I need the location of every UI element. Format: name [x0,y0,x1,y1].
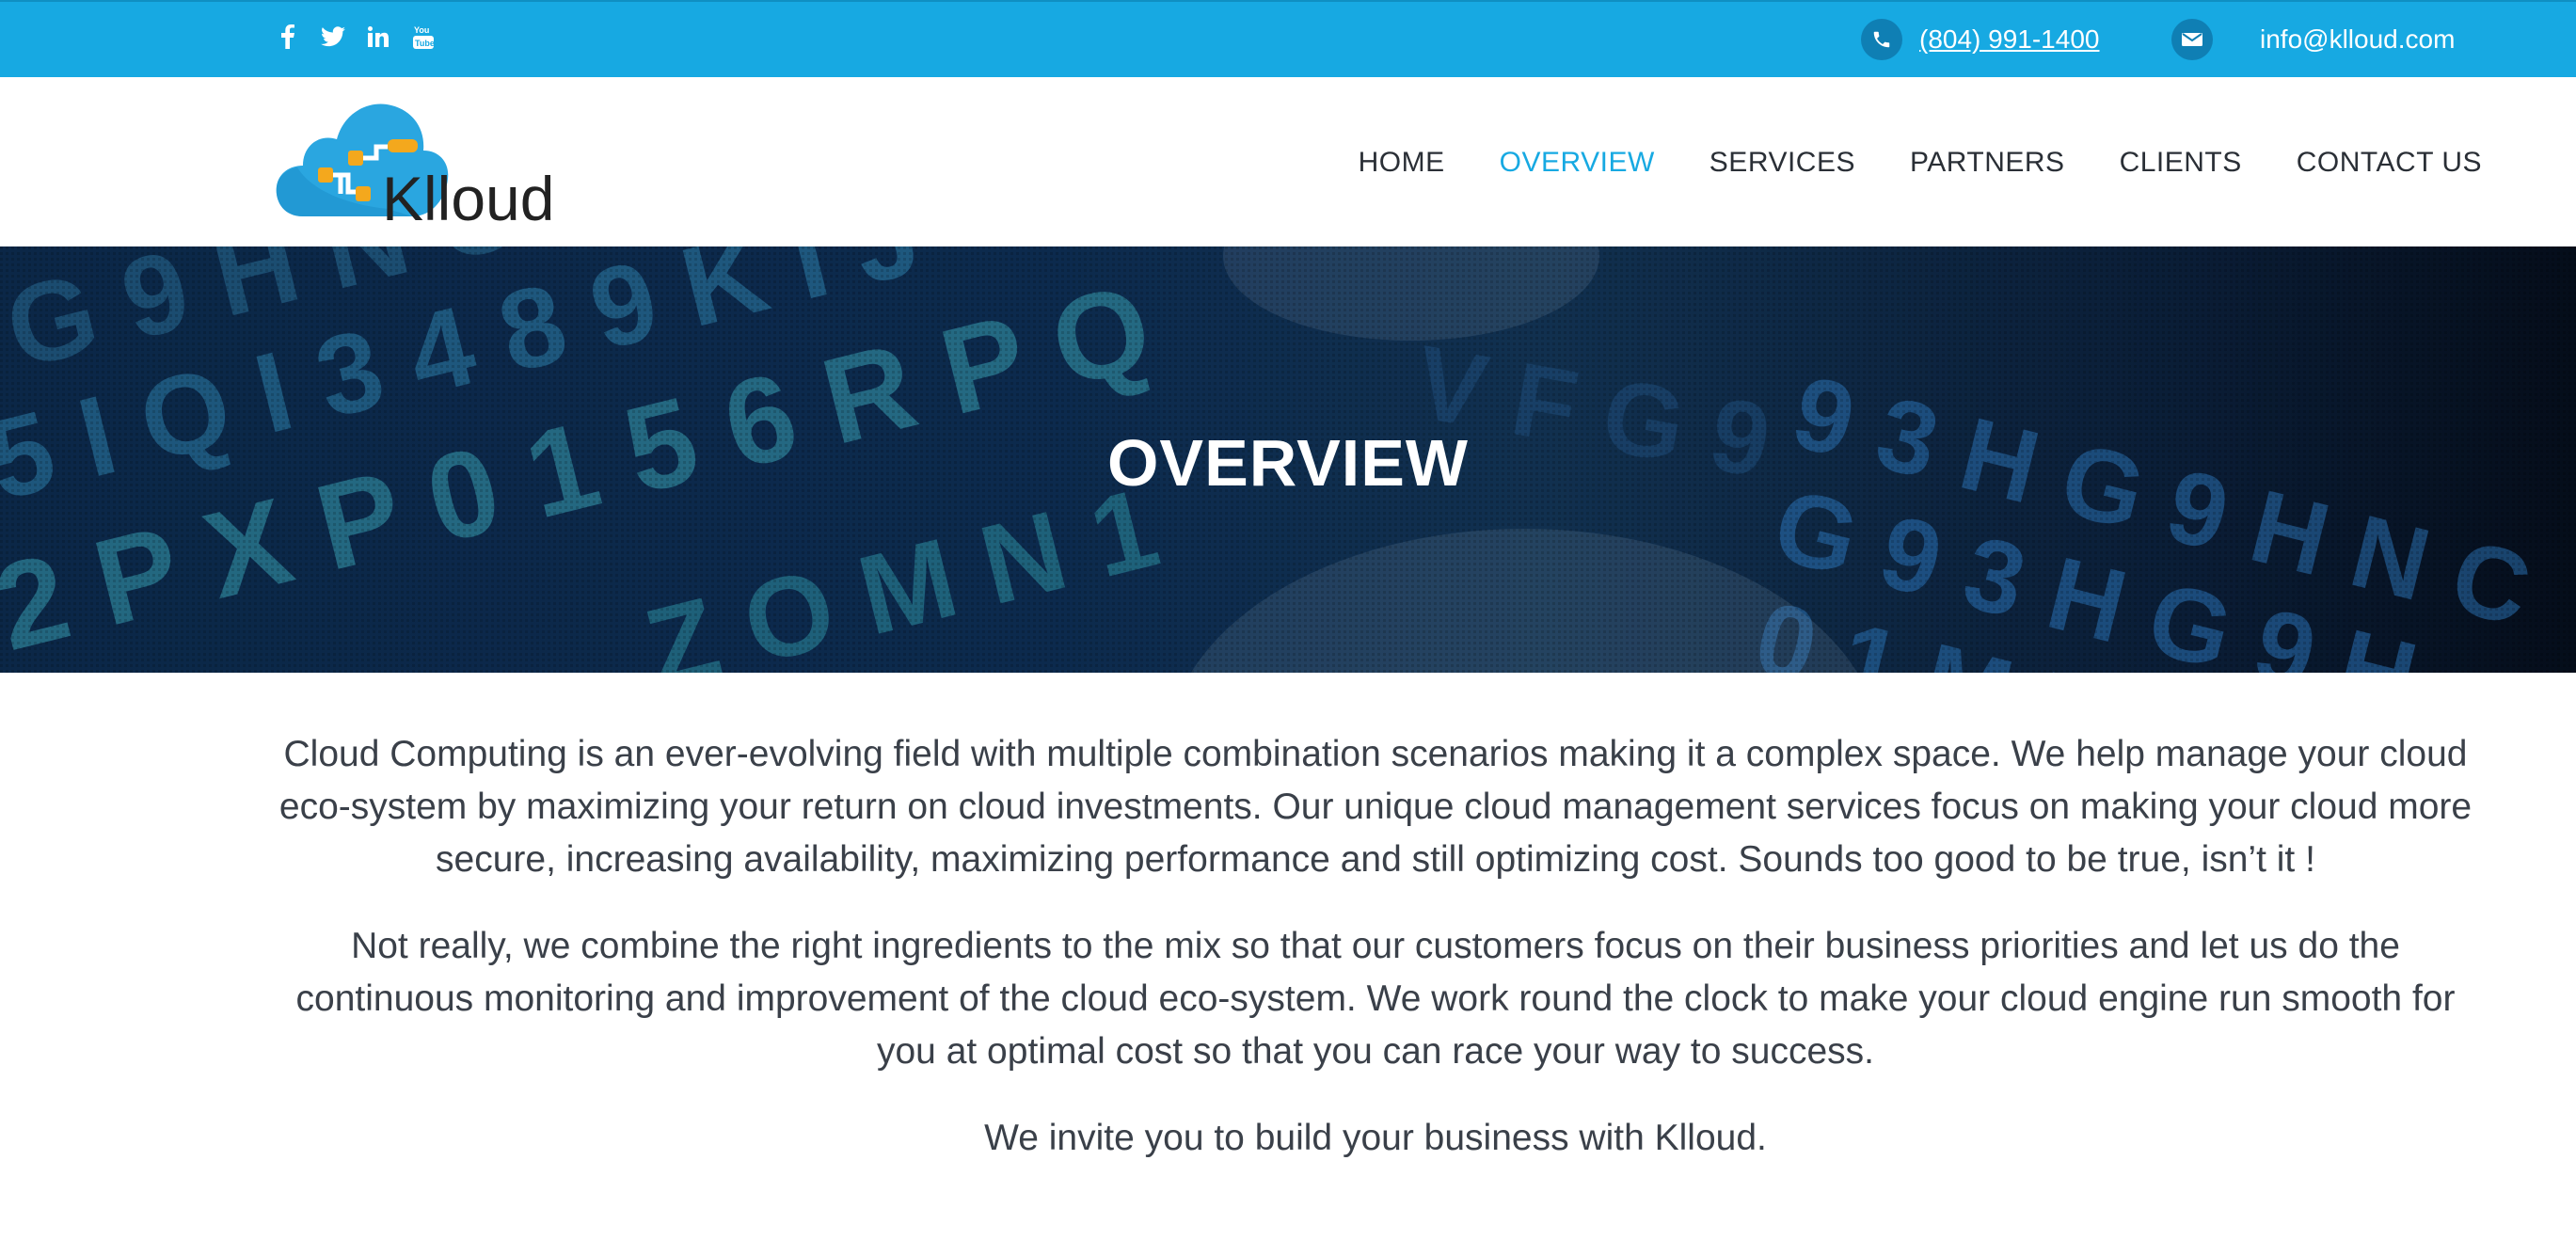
facebook-icon[interactable] [275,23,301,51]
klloud-logo[interactable]: Klloud [275,88,585,233]
linkedin-icon[interactable] [365,23,391,51]
email-link[interactable]: info@klloud.com [2260,24,2455,55]
social-links: You Tube [275,23,437,51]
hero-banner: G 9 H N C 5 I Q I 3 4 8 9 K I J 2 P X P … [0,246,2576,673]
email-contact[interactable]: info@klloud.com [2171,19,2455,60]
envelope-icon [2171,19,2213,60]
nav-overview[interactable]: OVERVIEW [1500,147,1655,179]
phone-icon [1861,19,1902,60]
svg-text:You: You [414,25,429,35]
svg-text:Klloud: Klloud [382,164,554,230]
twitter-icon[interactable] [320,23,346,51]
intro-paragraph: Cloud Computing is an ever-evolving fiel… [278,734,2473,880]
phone-contact[interactable]: (804) 991-1400 [1861,19,2099,60]
nav-home[interactable]: HOME [1359,147,1445,179]
nav-partners[interactable]: PARTNERS [1910,147,2065,179]
youtube-icon[interactable]: You Tube [410,23,437,51]
phone-link[interactable]: (804) 991-1400 [1919,24,2099,55]
nav-services[interactable]: SERVICES [1709,147,1855,179]
invitation-paragraph: We invite you to build your business wit… [984,1118,1767,1158]
nav-clients[interactable]: CLIENTS [2120,147,2242,179]
top-bar: You Tube (804) 991-1400 info@klloud.com [0,0,2576,77]
approach-paragraph: Not really, we combine the right ingredi… [295,926,2456,1072]
svg-text:Tube: Tube [415,39,434,48]
overview-content: Cloud Computing is an ever-evolving fiel… [275,728,2476,1199]
nav-contact-us[interactable]: CONTACT US [2297,147,2482,179]
main-nav: HOME OVERVIEW SERVICES PARTNERS CLIENTS … [1359,147,2482,179]
page-title: OVERVIEW [1106,426,1469,500]
site-header: Klloud HOME OVERVIEW SERVICES PARTNERS C… [0,77,2576,246]
